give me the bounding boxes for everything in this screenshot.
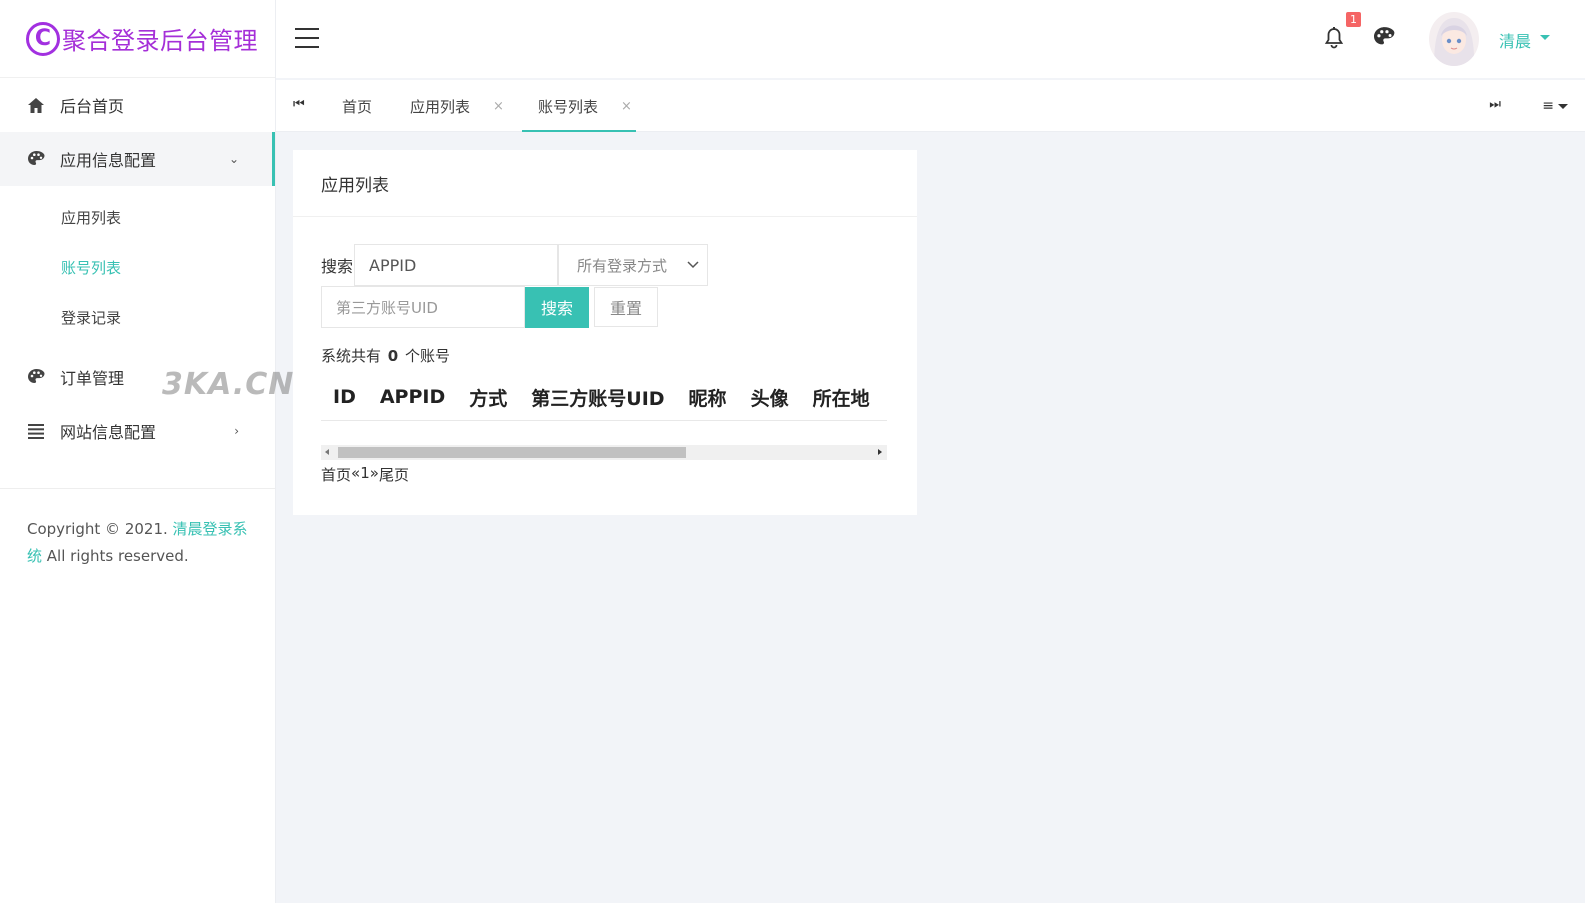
caret-down-icon [1558,103,1568,109]
top-header: 1 清晨 [276,0,1585,78]
column-header: 昵称 [688,387,727,410]
close-icon[interactable]: × [493,99,504,114]
palette-icon [26,149,46,169]
accounts-table: ID APPID 方式 第三方账号UID 昵称 头像 所在地 性 [321,375,887,421]
rights-text: All rights reserved. [42,547,189,565]
count-value: 0 [387,347,399,365]
pager-next[interactable]: » [370,464,379,485]
tab-label: 应用列表 [410,97,471,116]
copyright-logo-icon: C [26,21,60,56]
count-suffix: 个账号 [405,347,451,365]
home-icon [26,95,46,115]
sidebar-subitem-login-records[interactable]: 登录记录 [0,292,275,342]
sidebar-item-label: 后台首页 [60,97,125,116]
brand-logo[interactable]: C 聚合登录后台管理 [0,0,275,78]
sidebar-item-label: 应用信息配置 [60,151,157,170]
notification-badge: 1 [1346,12,1361,27]
menu-lines-icon: ≡ [1542,98,1554,114]
tab-home[interactable]: 首页 [342,80,372,132]
username[interactable]: 清晨 [1499,28,1531,52]
search-row-2: 第三方账号UID 搜索 重置 [321,286,658,328]
scrollbar-thumb[interactable] [338,447,686,458]
tab-account-list[interactable]: 账号列表 × [522,80,636,132]
account-count: 系统共有 0 个账号 [321,345,450,366]
column-header: 方式 [469,387,508,410]
pager-page[interactable]: 1 [360,464,370,485]
close-icon[interactable]: × [621,99,632,114]
sidebar-item-dashboard[interactable]: 后台首页 [0,78,275,132]
sidebar-item-label: 订单管理 [60,369,125,388]
list-icon [26,421,46,441]
table-header: ID APPID 方式 第三方账号UID 昵称 头像 所在地 性 [321,375,887,419]
avatar[interactable] [1429,12,1479,66]
column-header: 头像 [750,387,789,410]
sidebar-item-label: 网站信息配置 [60,423,157,442]
tab-label: 首页 [342,97,373,116]
column-header: ID [333,386,356,408]
count-prefix: 系统共有 [321,347,382,365]
brand-title: 聚合登录后台管理 [62,27,258,55]
column-header: 所在地 [812,387,870,410]
tab-label: 账号列表 [538,97,599,116]
column-header: APPID [379,386,446,408]
appid-input[interactable]: APPID [354,244,559,286]
chevron-down-icon [687,261,699,269]
palette-icon [26,367,46,387]
sidebar: C 聚合登录后台管理 后台首页 应用信息配置 ⌄ 应用列表 账号列表 登录记录 [0,0,293,903]
column-header: 第三方账号UID [531,387,665,410]
user-caret-down-icon[interactable] [1540,35,1550,40]
bell-icon[interactable] [1324,27,1346,51]
table-horizontal-scrollbar[interactable] [321,445,887,460]
reset-button[interactable]: 重置 [594,287,658,327]
sidebar-item-site-config[interactable]: 网站信息配置 › [0,404,275,458]
login-method-value: 所有登录方式 [577,256,668,275]
sidebar-subitem-app-list[interactable]: 应用列表 [0,192,275,242]
chevron-right-icon: › [234,424,239,438]
column-header: 性 [882,384,887,411]
sidebar-footer: Copyright © 2021. 清晨登录系统 All rights rese… [0,488,275,570]
scroll-right-arrow-icon[interactable] [878,449,882,455]
copyright-text: Copyright © 2021. [27,520,173,538]
chevron-down-icon: ⌄ [228,152,239,166]
uid-input[interactable]: 第三方账号UID [321,286,525,328]
search-label: 搜索 [321,257,354,276]
tab-bar: ⏮ 首页 应用列表 × 账号列表 × ⏭ ≡ [276,80,1585,132]
search-row: 搜索 APPID 所有登录方式 [321,244,709,286]
tab-options-menu[interactable]: ≡ [1542,98,1568,114]
sidebar-item-app-config[interactable]: 应用信息配置 ⌄ [0,132,275,186]
card-title: 应用列表 [293,150,917,217]
scroll-left-arrow-icon[interactable] [325,449,329,455]
tab-app-list[interactable]: 应用列表 × [410,80,504,132]
tab-scroll-left-icon[interactable]: ⏮ [293,97,305,112]
account-list-card: 应用列表 搜索 APPID 所有登录方式 第三方账号UID 搜索 重置 系统共有… [293,150,917,515]
login-method-select[interactable]: 所有登录方式 [558,244,709,286]
sidebar-submenu-app-config: 应用列表 账号列表 登录记录 [0,186,275,350]
tab-scroll-right-icon[interactable]: ⏭ [1489,97,1501,112]
pagination: 首页 « 1 » 尾页 [321,464,409,485]
watermark: 3KA.CN [162,367,295,402]
pager-prev[interactable]: « [351,464,360,485]
pager-last[interactable]: 尾页 [379,464,409,485]
pager-first[interactable]: 首页 [321,464,351,485]
sidebar-subitem-account-list[interactable]: 账号列表 [0,242,275,292]
menu-toggle-icon[interactable] [295,28,319,48]
theme-palette-icon[interactable] [1374,27,1395,51]
search-button[interactable]: 搜索 [525,286,589,328]
